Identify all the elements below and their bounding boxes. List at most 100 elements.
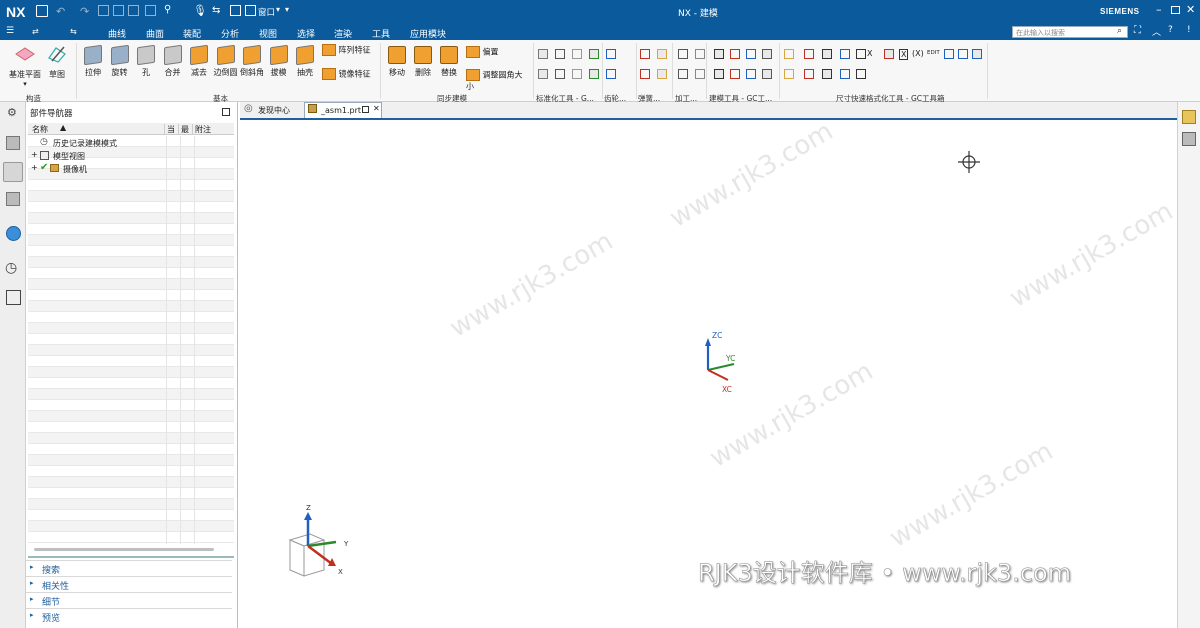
tool-icon[interactable]: [714, 69, 724, 79]
menu-curve[interactable]: 曲线: [108, 27, 126, 40]
list-item[interactable]: + ✔ 摄像机: [28, 162, 234, 174]
column-name[interactable]: 名称: [32, 124, 48, 135]
part-navigator-icon[interactable]: [3, 162, 23, 182]
subtract-button[interactable]: 减去: [186, 44, 212, 78]
tool-icon[interactable]: [695, 69, 705, 79]
tool-icon[interactable]: [746, 69, 756, 79]
assembly-navigator-icon[interactable]: [6, 136, 20, 150]
tool-icon[interactable]: [678, 69, 688, 79]
dim-x-box-label[interactable]: X: [899, 49, 909, 60]
part-icon[interactable]: [1182, 132, 1196, 146]
microphone-icon[interactable]: 🎙: [193, 4, 207, 17]
menu-assembly[interactable]: 装配: [183, 27, 201, 40]
extrude-button[interactable]: 拉伸: [80, 44, 106, 78]
maximize-navigator-icon[interactable]: [222, 108, 230, 116]
tool-icon[interactable]: [572, 49, 582, 59]
tool-icon[interactable]: [606, 69, 616, 79]
mirror-feature-button[interactable]: 镜像特征: [322, 68, 374, 80]
tool-icon[interactable]: [657, 49, 667, 59]
cut-icon[interactable]: [98, 5, 109, 16]
properties-icon[interactable]: [1182, 110, 1196, 124]
tool-icon[interactable]: [640, 69, 650, 79]
search-box[interactable]: 在此输入以搜索 ⌕: [1012, 26, 1128, 38]
tool-icon[interactable]: [840, 49, 850, 59]
minimize-button[interactable]: –: [1156, 3, 1162, 16]
search-icon[interactable]: ⌕: [1117, 26, 1122, 36]
repeat-icon[interactable]: [145, 5, 156, 16]
tool-icon[interactable]: [762, 49, 772, 59]
window-icon[interactable]: [230, 5, 241, 16]
constraint-navigator-icon[interactable]: [6, 192, 20, 206]
column-notes[interactable]: 附注: [192, 124, 211, 135]
tool-icon[interactable]: [762, 69, 772, 79]
tool-icon[interactable]: [730, 69, 740, 79]
tool-icon[interactable]: [555, 49, 565, 59]
quick-access-icon[interactable]: ⇆: [70, 27, 77, 36]
replace-face-button[interactable]: 替换: [436, 44, 462, 78]
tool-icon[interactable]: [572, 69, 582, 79]
tool-icon[interactable]: [640, 49, 650, 59]
offset-region-button[interactable]: 偏置: [466, 46, 526, 58]
expand-icon[interactable]: +: [31, 163, 38, 172]
tool-icon[interactable]: [972, 49, 982, 59]
info-icon[interactable]: !: [1187, 25, 1191, 35]
dim-edit-label[interactable]: EDIT: [927, 50, 940, 56]
redo-icon[interactable]: ↷: [80, 5, 89, 18]
resize-blend-button[interactable]: 调整圆角大小: [466, 69, 530, 92]
copy-icon[interactable]: [113, 5, 124, 16]
tool-icon[interactable]: [657, 69, 667, 79]
menu-tools[interactable]: 工具: [372, 27, 390, 40]
column-current[interactable]: 当: [164, 124, 175, 135]
tab-close-icon[interactable]: ✕: [373, 104, 380, 113]
menu-render[interactable]: 渲染: [334, 27, 352, 40]
tool-icon[interactable]: [944, 49, 954, 59]
tool-icon[interactable]: [589, 69, 599, 79]
revolve-button[interactable]: 旋转: [107, 44, 133, 78]
tool-icon[interactable]: [589, 49, 599, 59]
pattern-feature-button[interactable]: 阵列特征: [322, 44, 374, 56]
menu-analysis[interactable]: 分析: [221, 27, 239, 40]
paste-icon[interactable]: [128, 5, 139, 16]
tool-icon[interactable]: [822, 69, 832, 79]
tool-icon[interactable]: [678, 49, 688, 59]
menu-surface[interactable]: 曲面: [146, 27, 164, 40]
tool-icon[interactable]: [804, 69, 814, 79]
save-icon[interactable]: [36, 5, 48, 17]
section-details[interactable]: ▸ 细节: [26, 592, 232, 608]
tool-icon[interactable]: [884, 49, 894, 59]
graphics-window[interactable]: www.rjk3.com www.rjk3.com www.rjk3.com w…: [240, 116, 1178, 628]
tool-icon[interactable]: [822, 49, 832, 59]
file-menu-icon[interactable]: ☰: [6, 26, 14, 36]
settings-icon[interactable]: ⚙: [7, 106, 17, 119]
close-button[interactable]: ✕: [1186, 3, 1195, 16]
shell-button[interactable]: 抽壳: [292, 44, 318, 78]
tool-icon[interactable]: [958, 49, 968, 59]
tool-icon[interactable]: [606, 49, 616, 59]
tool-icon[interactable]: [856, 49, 866, 59]
tool-icon[interactable]: [840, 69, 850, 79]
tool-icon[interactable]: [695, 49, 705, 59]
fullscreen-icon[interactable]: ⛶: [1134, 25, 1141, 36]
window-menu[interactable]: 窗口: [258, 6, 275, 18]
menu-select[interactable]: 选择: [297, 27, 315, 40]
web-browser-icon[interactable]: [6, 226, 21, 241]
history-icon[interactable]: ◷: [5, 260, 17, 276]
draft-button[interactable]: 拔模: [266, 44, 292, 78]
tool-icon[interactable]: [555, 69, 565, 79]
expand-icon[interactable]: +: [31, 150, 38, 159]
roles-icon[interactable]: [6, 290, 21, 305]
dim-x-paren-label[interactable]: (X): [912, 49, 924, 58]
tab-asm1[interactable]: _asm1.prt ✕: [304, 102, 382, 118]
undo-icon[interactable]: ↶: [56, 5, 65, 18]
list-item[interactable]: ◷ 历史记录建模模式: [28, 137, 234, 148]
tool-icon[interactable]: [746, 49, 756, 59]
section-dependencies[interactable]: ▸ 相关性: [26, 576, 232, 592]
tab-float-icon[interactable]: [362, 106, 369, 113]
window-switch-icon[interactable]: ⇆: [212, 5, 220, 16]
tool-icon[interactable]: [804, 49, 814, 59]
collapse-ribbon-icon[interactable]: ︿: [1152, 25, 1161, 38]
tool-icon[interactable]: [856, 69, 866, 79]
command-finder-icon[interactable]: ⇄: [32, 27, 39, 36]
tool-icon[interactable]: [714, 49, 724, 59]
tab-discovery-center[interactable]: ◎ 发现中心: [242, 103, 302, 118]
